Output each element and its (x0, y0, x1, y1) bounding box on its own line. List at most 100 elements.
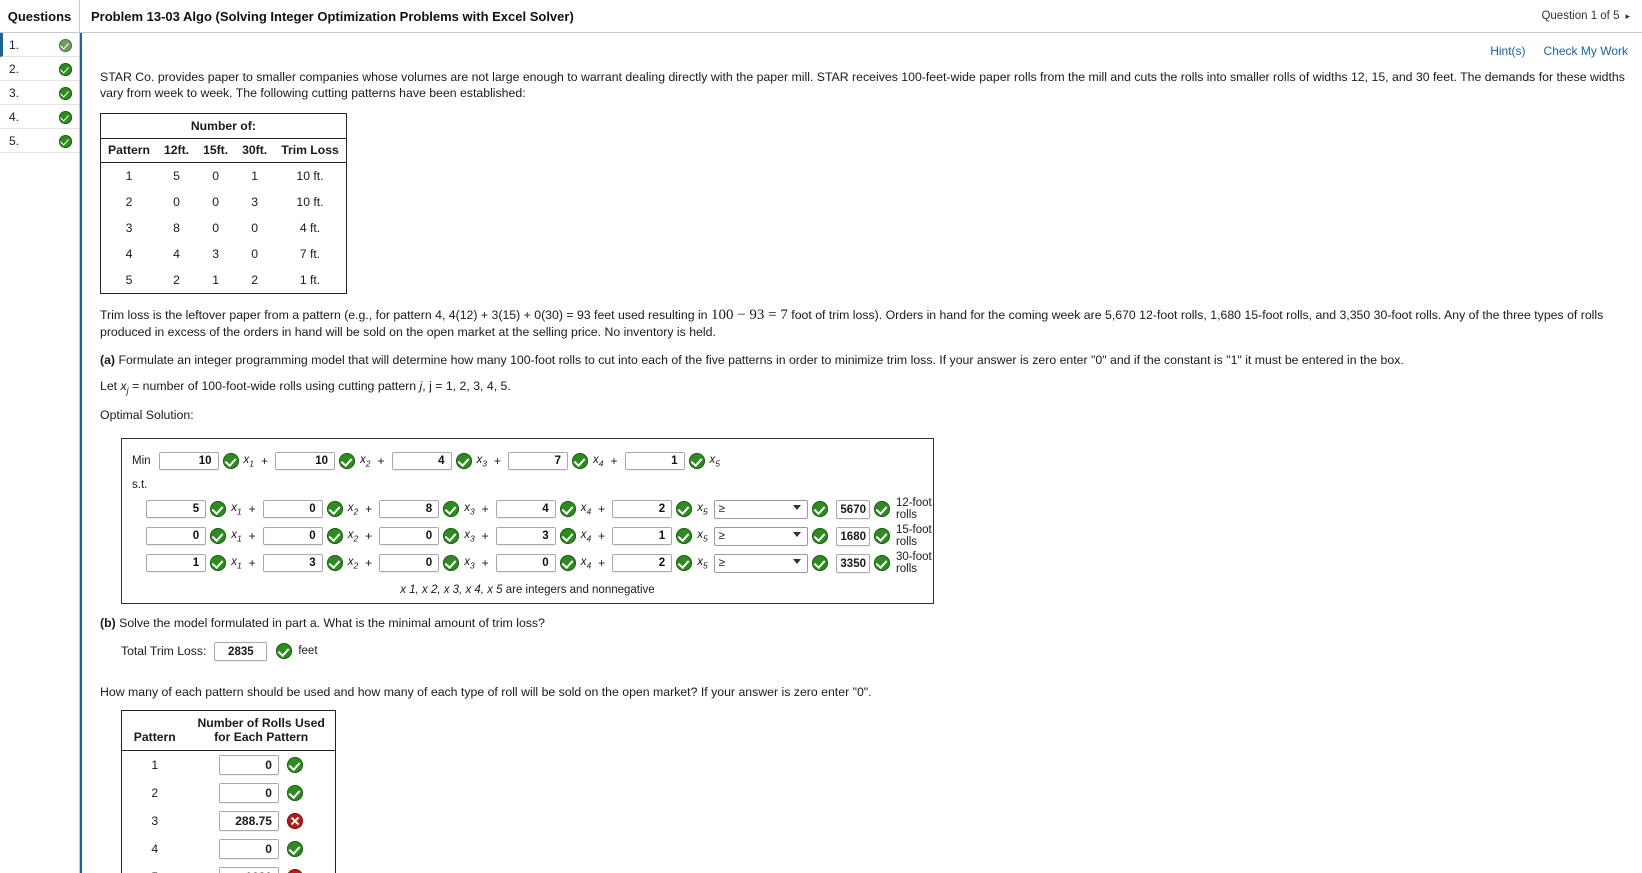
objective-term-5: 1 x5 (624, 452, 720, 471)
col-30ft: 30ft. (235, 138, 275, 163)
status-check-icon (222, 453, 239, 470)
status-check-icon (572, 453, 589, 470)
status-incorrect-icon (287, 868, 304, 873)
rolls-used-input-4[interactable]: 0 (218, 838, 279, 859)
cell-rolls-used: 288.75 (188, 807, 336, 835)
plus-operator: + (248, 556, 256, 571)
constraint1-coefficient-input-2[interactable]: 0 (262, 500, 323, 519)
constraint2-coefficient-input-5[interactable]: 1 (612, 527, 673, 546)
constraint1-coefficient-input-1[interactable]: 5 (146, 500, 207, 519)
constraint-row-12-foot: 5 x1 + 0 x2 + 8 x3 + 4 x4 + 2 x5 ≥ 5670 … (122, 496, 933, 523)
sidebar-item-question-3[interactable]: 3. (0, 81, 79, 105)
constraint2-rhs-input[interactable]: 1680 (836, 526, 870, 546)
let-suffix: , j = 1, 2, 3, 4, 5. (422, 379, 511, 394)
sidebar-item-question-5[interactable]: 5. (0, 129, 79, 153)
constraint3-coefficient-input-3[interactable]: 0 (379, 554, 440, 573)
col-pattern: Pattern (100, 138, 157, 163)
constraint2-coefficient-input-1[interactable]: 0 (146, 527, 207, 546)
cutting-pattern-table: Number of: Pattern 12ft. 15ft. 30ft. Tri… (100, 112, 347, 294)
objective-coefficient-input-4[interactable]: 7 (508, 452, 569, 471)
part-b-text: Solve the model formulated in part a. Wh… (119, 615, 545, 630)
variable-label-x2: x2 (347, 555, 359, 571)
check-my-work-link[interactable]: Check My Work (1544, 44, 1628, 58)
variable-label-x3: x3 (476, 453, 488, 469)
status-check-icon (676, 555, 693, 572)
constraint2-coefficient-input-2[interactable]: 0 (262, 527, 323, 546)
status-check-icon (443, 501, 460, 518)
sidebar-item-question-1[interactable]: 1. (0, 33, 79, 57)
total-trim-loss-label: Total Trim Loss: (121, 644, 207, 659)
cell-12ft: 8 (173, 220, 180, 235)
col-trim-loss: Trim Loss (274, 138, 347, 163)
page-title: Problem 13-03 Algo (Solving Integer Opti… (91, 8, 574, 24)
constraint1-coefficient-input-5[interactable]: 2 (612, 500, 673, 519)
variable-label-x5: x5 (697, 555, 708, 571)
part-a-text: Formulate an integer programming model t… (118, 353, 1404, 368)
sidebar-item-question-2[interactable]: 2. (0, 57, 79, 81)
variable-label-x3: x3 (464, 528, 475, 544)
sidebar-item-question-4[interactable]: 4. (0, 105, 79, 129)
constraint1-term-2: 0 x2 (262, 500, 358, 519)
sidebar-item-label: 1. (9, 37, 20, 52)
variable-label-x1: x1 (231, 528, 242, 544)
cell-pattern: 4 (151, 841, 159, 856)
status-check-icon (559, 501, 576, 518)
status-check-icon (455, 453, 472, 470)
status-check-icon (812, 501, 829, 518)
table-row: 3 8 0 0 4 ft. (101, 215, 347, 241)
plus-operator: + (248, 529, 256, 544)
rolls-used-input-3[interactable]: 288.75 (218, 810, 279, 831)
objective-coefficient-input-5[interactable]: 1 (624, 452, 685, 471)
constraint2-coefficient-input-4[interactable]: 3 (495, 527, 556, 546)
col-rolls-used-line2: for Each Pattern (214, 729, 309, 744)
col-rolls-used-line1: Number of Rolls Used (197, 715, 325, 730)
constraint1-coefficient-input-3[interactable]: 8 (379, 500, 440, 519)
cell-trim: 10 ft. (296, 168, 324, 183)
constraint2-operator-select[interactable]: ≥ (713, 526, 809, 546)
objective-coefficient-input-1[interactable]: 10 (158, 452, 219, 471)
sidebar-item-label: 5. (9, 133, 20, 148)
cell-30ft: 0 (251, 246, 259, 261)
objective-term-1: 10 x1 (158, 452, 254, 471)
rolls-used-input-1[interactable]: 0 (218, 754, 279, 775)
constraint1-term-4: 4 x4 (495, 500, 591, 519)
constraint3-coefficient-input-5[interactable]: 2 (612, 554, 673, 573)
constraint1-rhs-input[interactable]: 5670 (836, 499, 870, 519)
cell-15ft: 0 (212, 220, 219, 235)
constraint3-operator-select[interactable]: ≥ (713, 553, 809, 573)
part-b-prompt: (b) Solve the model formulated in part a… (100, 616, 1628, 632)
cell-12ft: 4 (173, 246, 180, 261)
cell-pattern: 1 (125, 168, 133, 183)
constraint3-coefficient-input-2[interactable]: 3 (262, 554, 323, 573)
operator-value: ≥ (718, 529, 725, 542)
nonneg-text: are integers and nonnegative (505, 583, 655, 596)
total-trim-loss-input[interactable]: 2835 (214, 641, 268, 661)
constraint1-operator-select[interactable]: ≥ (713, 499, 809, 519)
constraint1-coefficient-input-4[interactable]: 4 (495, 500, 556, 519)
objective-coefficient-input-3[interactable]: 4 (391, 452, 452, 471)
subject-to-label: s.t. (132, 478, 148, 491)
variable-label-x1: x1 (231, 555, 242, 571)
constraint2-coefficient-input-3[interactable]: 0 (379, 527, 440, 546)
variable-definition: Let xj = number of 100-foot-wide rolls u… (100, 379, 1628, 397)
rolls-used-input-2[interactable]: 0 (218, 782, 279, 803)
sidebar-item-label: 2. (9, 61, 20, 76)
plus-operator: + (365, 556, 373, 571)
next-question-arrow-icon[interactable]: ▸ (1625, 11, 1630, 22)
constraint2-label: 15-foot rolls (895, 524, 932, 549)
constraint3-rhs-input[interactable]: 3350 (836, 553, 870, 573)
constraint3-term-5: 2 x5 (612, 554, 708, 573)
chevron-down-icon (793, 558, 802, 564)
constraint3-term-2: 3 x2 (262, 554, 359, 573)
constraint3-coefficient-input-1[interactable]: 1 (146, 554, 207, 573)
nonneg-variables: x 1, x 2, x 3, x 4, x 5 (400, 583, 503, 596)
constraint3-coefficient-input-4[interactable]: 0 (495, 554, 556, 573)
chevron-down-icon (793, 504, 802, 510)
cell-30ft: 0 (251, 220, 259, 235)
hints-link[interactable]: Hint(s) (1490, 44, 1525, 58)
objective-coefficient-input-2[interactable]: 10 (275, 452, 336, 471)
status-check-icon (443, 528, 460, 545)
rolls-used-input-5[interactable]: 1680 (218, 866, 279, 873)
variable-label-x5: x5 (697, 501, 708, 517)
status-check-icon (287, 756, 304, 773)
